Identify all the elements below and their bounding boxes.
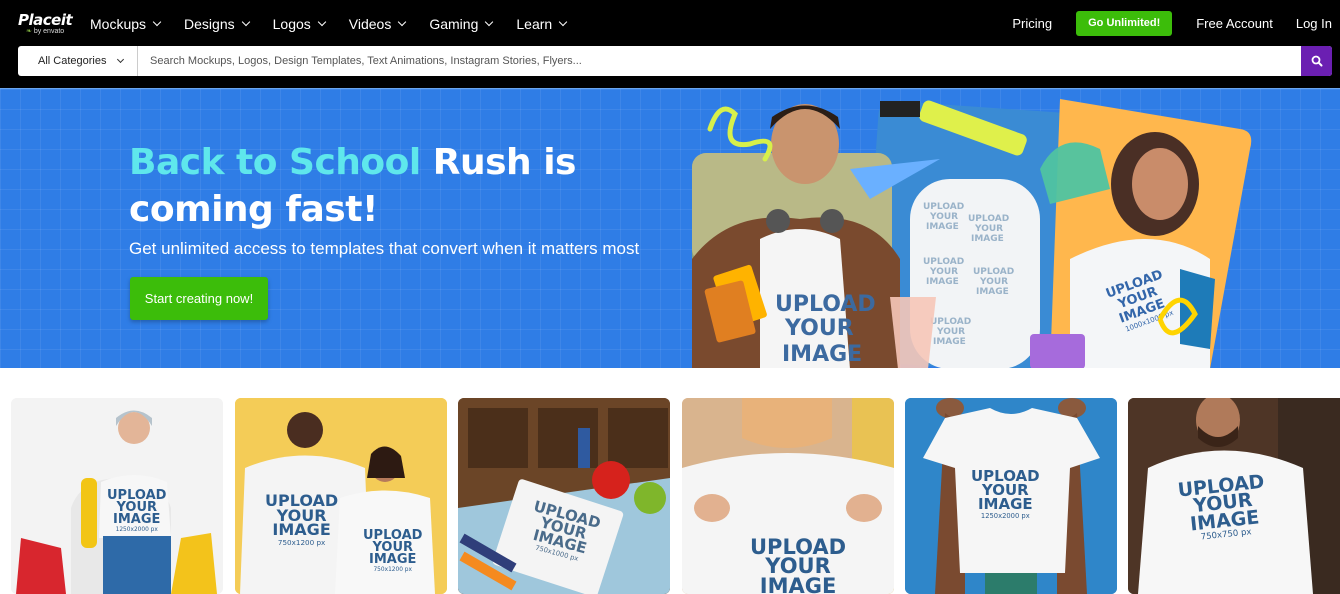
card-photo: [458, 398, 670, 594]
top-navigation-bar: Placeit ❧ by envato Mockups Designs Logo…: [0, 0, 1340, 88]
svg-text:IMAGE: IMAGE: [976, 287, 1009, 297]
chevron-down-icon: [485, 17, 494, 27]
svg-text:IMAGE: IMAGE: [971, 234, 1004, 244]
free-account-link[interactable]: Free Account: [1196, 16, 1273, 31]
placeit-logo[interactable]: Placeit ❧ by envato: [18, 11, 73, 36]
nav-logos[interactable]: Logos: [273, 15, 327, 33]
search-icon: [1311, 55, 1322, 67]
svg-text:UPLOAD: UPLOAD: [968, 214, 1009, 224]
nav-mockups[interactable]: Mockups: [90, 15, 162, 33]
svg-text:YOUR: YOUR: [974, 224, 1003, 234]
search-bar: All Categories: [18, 46, 1332, 76]
nav-learn[interactable]: Learn: [516, 15, 568, 33]
svg-text:YOUR: YOUR: [929, 212, 958, 222]
upload-placeholder-2: UPLOAD YOUR IMAGE 750x1200 px: [363, 529, 422, 573]
upload-placeholder: UPLOAD YOUR IMAGE 750x750 px: [1177, 471, 1270, 545]
login-link[interactable]: Log In: [1296, 16, 1332, 31]
upload-size-text: 1250x2000 px: [980, 512, 1030, 521]
chevron-down-icon: [241, 17, 250, 27]
template-card[interactable]: UPLOAD YOUR IMAGE 750x750 px: [1128, 398, 1340, 594]
template-card[interactable]: UPLOAD YOUR IMAGE: [682, 398, 894, 594]
upload-size-text: 1250x2000 px: [115, 526, 158, 533]
upload-size-text: 750x1200 px: [277, 538, 326, 548]
hero-banner: Back to School Rush is coming fast! Get …: [0, 88, 1340, 368]
upload-text-line3: IMAGE: [369, 551, 417, 567]
upload-placeholder: UPLOAD YOUR IMAGE 1250x2000 px: [971, 469, 1040, 521]
search-button[interactable]: [1301, 46, 1332, 76]
account-nav: Pricing Go Unlimited! Free Account Log I…: [1012, 11, 1332, 36]
svg-text:YOUR: YOUR: [936, 327, 965, 337]
logo-byline: ❧ by envato: [26, 28, 65, 35]
hero-illustration: UPLOADYOURIMAGE UPLOADYOURIMAGE UPLOADYO…: [692, 99, 1252, 368]
svg-text:IMAGE: IMAGE: [933, 337, 966, 347]
template-card[interactable]: UPLOAD YOUR IMAGE 1250x2000 px: [905, 398, 1117, 594]
chevron-down-icon: [558, 17, 568, 27]
upload-text-line3: IMAGE: [272, 520, 331, 540]
svg-text:YOUR: YOUR: [979, 277, 1008, 287]
search-input[interactable]: [138, 46, 1301, 76]
template-card-row: UPLOAD YOUR IMAGE 1250x2000 px UPLOAD YO…: [11, 398, 1340, 594]
chevron-down-icon: [152, 17, 162, 27]
svg-text:UPLOAD: UPLOAD: [973, 267, 1014, 277]
svg-text:IMAGE: IMAGE: [926, 222, 959, 232]
main-nav: Mockups Designs Logos Videos Gaming Lear…: [90, 15, 590, 33]
chevron-down-icon: [398, 17, 407, 27]
svg-text:IMAGE: IMAGE: [782, 342, 862, 367]
chevron-down-icon: [117, 55, 125, 63]
upload-text-line3: IMAGE: [113, 511, 161, 527]
hero-subtitle: Get unlimited access to templates that c…: [129, 239, 640, 258]
upload-text-line3: IMAGE: [977, 494, 1033, 513]
svg-text:UPLOAD: UPLOAD: [775, 292, 876, 317]
logo-wordmark: Placeit: [18, 11, 73, 29]
template-card[interactable]: UPLOAD YOUR IMAGE 750x1000 px: [458, 398, 670, 594]
category-select[interactable]: All Categories: [18, 46, 138, 76]
svg-text:UPLOAD: UPLOAD: [930, 317, 971, 327]
svg-text:UPLOAD: UPLOAD: [923, 257, 964, 267]
svg-text:YOUR: YOUR: [929, 267, 958, 277]
upload-placeholder: UPLOAD YOUR IMAGE 750x1200 px: [265, 493, 338, 548]
nav-videos[interactable]: Videos: [349, 15, 407, 33]
nav-gaming[interactable]: Gaming: [429, 15, 494, 33]
category-select-label: All Categories: [38, 55, 107, 67]
svg-text:UPLOAD: UPLOAD: [923, 202, 964, 212]
nav-designs[interactable]: Designs: [184, 15, 250, 33]
svg-text:IMAGE: IMAGE: [926, 277, 959, 287]
template-card[interactable]: UPLOAD YOUR IMAGE 750x1200 px UPLOAD YOU…: [235, 398, 447, 594]
start-creating-button[interactable]: Start creating now!: [130, 277, 268, 320]
hero-title: Back to School Rush is coming fast!: [129, 139, 589, 233]
upload-size-text: 750x1200 px: [373, 566, 412, 573]
template-card[interactable]: UPLOAD YOUR IMAGE 1250x2000 px: [11, 398, 223, 594]
upload-text-line3: IMAGE: [759, 573, 837, 594]
svg-text:YOUR: YOUR: [784, 316, 854, 341]
go-unlimited-button[interactable]: Go Unlimited!: [1076, 11, 1173, 36]
upload-placeholder: UPLOAD YOUR IMAGE: [750, 537, 846, 594]
upload-placeholder: UPLOAD YOUR IMAGE 1250x2000 px: [107, 489, 166, 533]
hero-title-highlight: Back to School: [129, 142, 421, 183]
pricing-link[interactable]: Pricing: [1012, 16, 1052, 31]
chevron-down-icon: [317, 17, 327, 27]
girl-photo: UPLOAD YOUR IMAGE 1000x1000 px: [1030, 99, 1252, 368]
